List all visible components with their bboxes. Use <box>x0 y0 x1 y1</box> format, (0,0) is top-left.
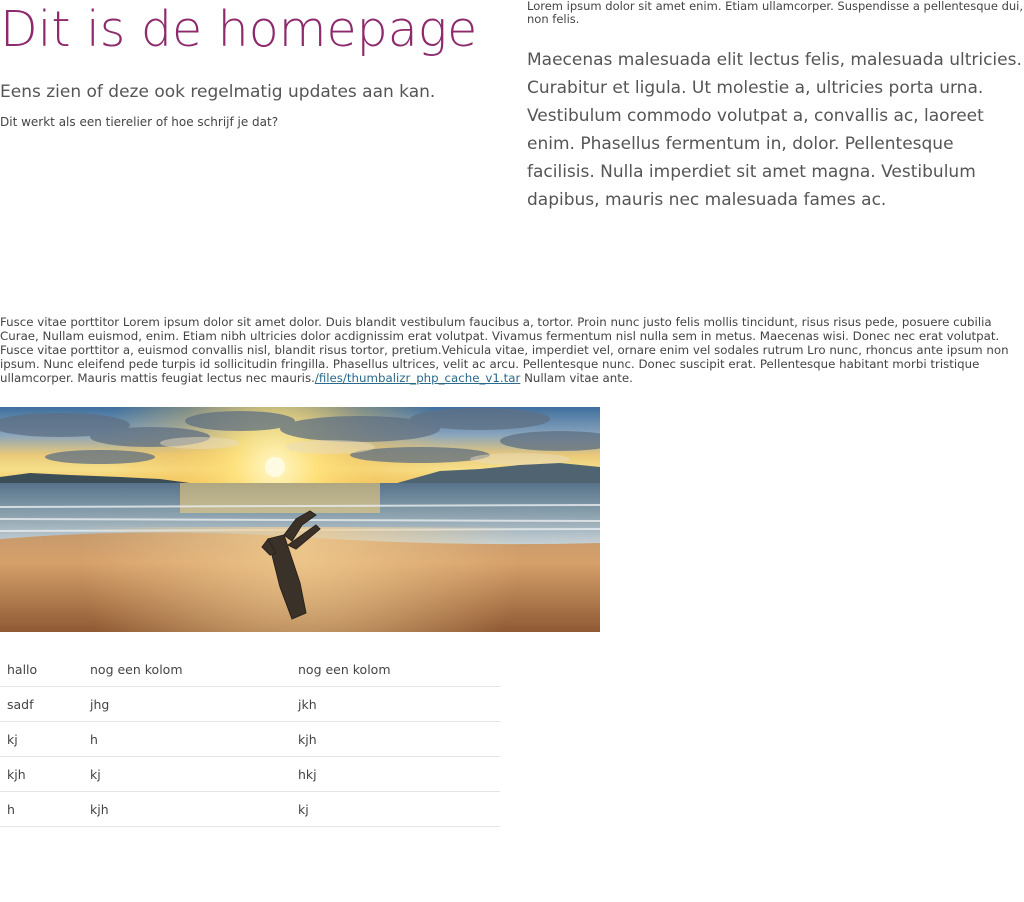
table-cell: h <box>0 791 83 827</box>
table-cell: kj <box>83 756 291 792</box>
table-cell: h <box>83 721 291 757</box>
body-paragraph: Fusce vitae porttitor Lorem ipsum dolor … <box>0 315 1024 385</box>
table-cell: sadf <box>0 686 83 722</box>
data-table: hallo nog een kolom nog een kolom sadf jhg jk… <box>0 652 500 827</box>
table-row: sadf jhg jkh <box>0 686 500 722</box>
beach-sunset-image <box>0 407 600 632</box>
table-cell: hallo <box>0 652 83 687</box>
aside-large-text: Maecenas malesuada elit lectus felis, ma… <box>527 50 1022 210</box>
table-cell: hkj <box>291 756 500 792</box>
table-cell: kjh <box>0 756 83 792</box>
hero-left-column: Dit is de homepage Eens zien of deze ook… <box>0 0 505 129</box>
table-cell: jhg <box>83 686 291 722</box>
intro-question: Dit werkt als een tierelier of hoe schri… <box>0 115 279 129</box>
table-body: hallo nog een kolom nog een kolom sadf jhg jk… <box>0 652 500 827</box>
table-row: hallo nog een kolom nog een kolom <box>0 652 500 687</box>
table-cell: kj <box>291 791 500 827</box>
table-cell: nog een kolom <box>83 652 291 687</box>
page: Dit is de homepage Eens zien of deze ook… <box>0 0 1024 902</box>
file-link[interactable]: /files/thumbalizr_php_cache_v1.tar <box>315 371 520 385</box>
table-cell: kj <box>0 721 83 757</box>
table-cell: jkh <box>291 686 500 722</box>
table-cell: nog een kolom <box>291 652 500 687</box>
table-row: kj h kjh <box>0 721 500 757</box>
page-subtitle: Eens zien of deze ook regelmatig updates… <box>0 82 436 102</box>
page-title: Dit is de homepage <box>0 1 478 58</box>
table-cell: kjh <box>83 791 291 827</box>
table-cell: kjh <box>291 721 500 757</box>
hero-right-column: Lorem ipsum dolor sit amet enim. Etiam u… <box>527 0 1024 214</box>
table-row: h kjh kj <box>0 791 500 827</box>
aside-small-text: Lorem ipsum dolor sit amet enim. Etiam u… <box>527 0 1024 26</box>
table-row: kjh kj hkj <box>0 756 500 792</box>
body-text-after-link: Nullam vitae ante. <box>520 371 633 385</box>
